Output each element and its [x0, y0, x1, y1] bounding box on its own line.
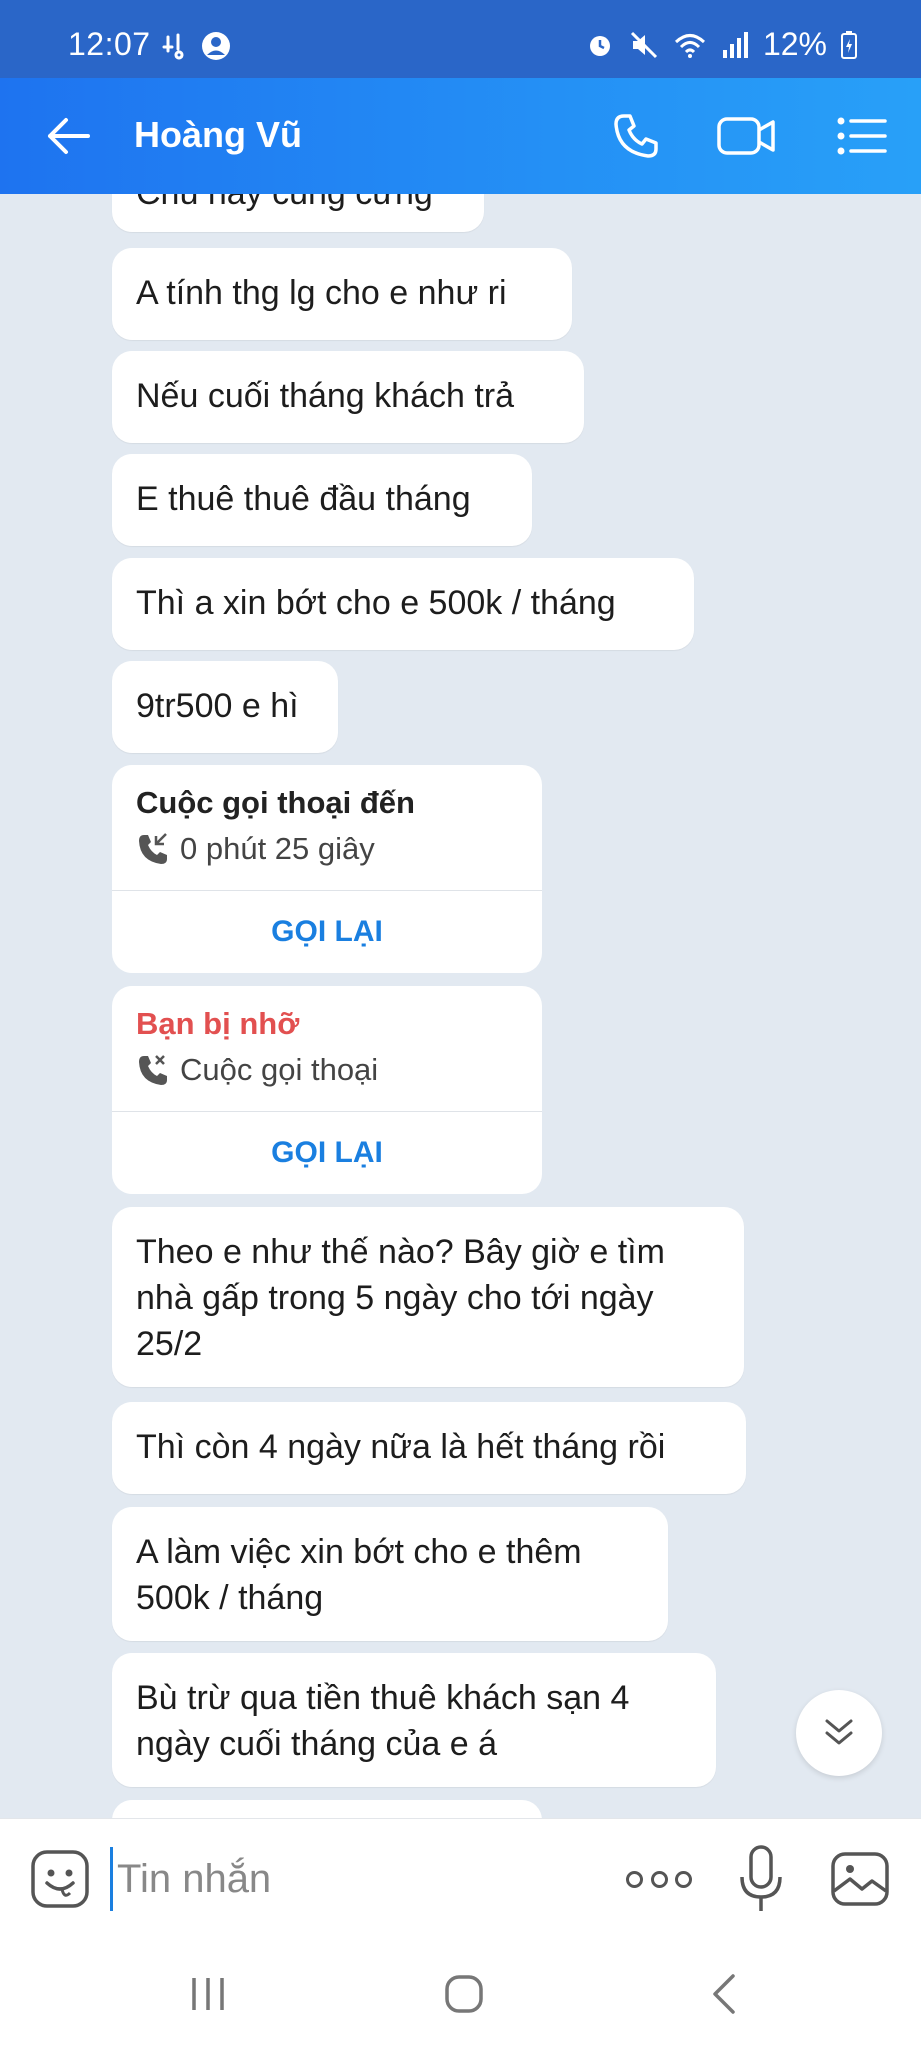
call-back-button[interactable]: GỌI LẠI	[112, 1112, 542, 1194]
status-left-icons	[160, 30, 232, 62]
contact-name[interactable]: Hoàng Vũ	[134, 114, 302, 156]
missed-call-card: Bạn bị nhỡ Cuộc gọi thoại GỌI LẠI	[112, 986, 542, 1194]
recent-apps-button[interactable]	[178, 1966, 238, 2022]
composer-bar	[0, 1818, 921, 1938]
double-chevron-down-icon	[825, 1719, 853, 1745]
message-text: Chú hay cũng cứng	[136, 194, 433, 212]
status-time: 12:07	[68, 26, 151, 62]
message-bubble[interactable]: Nếu cuối tháng khách trả	[112, 351, 584, 443]
message-text: Theo e như thế nào? Bây giờ e tìm nhà gấ…	[136, 1233, 665, 1363]
signal-icon	[722, 31, 748, 58]
account-circle-icon	[202, 32, 230, 60]
call-back-button[interactable]: GỌI LẠI	[112, 891, 542, 973]
video-call-button[interactable]	[716, 106, 776, 166]
message-list[interactable]: Chú hay cũng cứng A tính thg lg cho e nh…	[0, 194, 921, 1818]
message-text: Bù trừ qua tiền thuê khách sạn 4 ngày cu…	[136, 1679, 630, 1763]
notification-icon	[162, 33, 184, 60]
sticker-button[interactable]	[30, 1849, 90, 1909]
system-navigation-bar	[0, 1938, 921, 2048]
message-bubble[interactable]: Bù trừ qua tiền thuê khách sạn 4 ngày cu…	[112, 1653, 716, 1787]
mute-icon	[630, 31, 658, 58]
message-text: Nếu cuối tháng khách trả	[136, 377, 515, 415]
message-text: E thuê thuê đầu tháng	[136, 480, 471, 518]
incoming-call-card: Cuộc gọi thoại đến 0 phút 25 giây GỌI LẠ…	[112, 765, 542, 973]
emoji-icon	[31, 1850, 89, 1908]
status-right-icons: 12%	[585, 26, 857, 63]
phone-icon	[614, 114, 658, 158]
back-button[interactable]	[40, 108, 96, 164]
message-text: Thì a xin bớt cho e 500k / tháng	[136, 584, 616, 622]
call-type: Cuộc gọi thoại	[180, 1052, 379, 1087]
missed-call-icon	[139, 1055, 167, 1085]
more-dot	[650, 1870, 668, 1888]
call-duration: 0 phút 25 giây	[180, 831, 375, 866]
back-nav-button[interactable]	[694, 1966, 754, 2022]
wifi-icon	[674, 33, 705, 58]
message-text: 9tr500 e hì	[136, 687, 299, 725]
message-bubble-partial[interactable]	[112, 1800, 542, 1818]
chat-options-button[interactable]	[832, 106, 892, 166]
battery-icon	[841, 30, 857, 59]
incoming-call-icon	[139, 833, 167, 864]
battery-percent: 12%	[762, 26, 827, 62]
call-card-title: Bạn bị nhỡ	[136, 1006, 300, 1041]
message-text: A tính thg lg cho e như ri	[136, 274, 507, 312]
voice-call-button[interactable]	[606, 106, 666, 166]
more-dot	[675, 1870, 692, 1888]
chevron-left-icon	[713, 1974, 735, 2014]
list-menu-icon	[837, 117, 887, 155]
message-bubble[interactable]: A làm việc xin bớt cho e thêm 500k / thá…	[112, 1507, 668, 1641]
video-camera-icon	[717, 117, 775, 155]
recent-apps-icon	[192, 1978, 224, 2010]
alarm-icon	[589, 35, 610, 56]
image-icon	[831, 1852, 889, 1906]
voice-message-button[interactable]	[736, 1843, 786, 1915]
chat-header: Hoàng Vũ	[0, 78, 921, 194]
message-text: A làm việc xin bớt cho e thêm 500k / thá…	[136, 1533, 582, 1617]
message-bubble[interactable]: A tính thg lg cho e như ri	[112, 248, 572, 340]
message-input[interactable]	[110, 1847, 610, 1911]
microphone-icon	[740, 1845, 782, 1911]
more-options-button[interactable]	[626, 1861, 692, 1897]
message-bubble[interactable]: Thì còn 4 ngày nữa là hết tháng rồi	[112, 1402, 746, 1494]
status-bar: 12:07 12%	[0, 0, 921, 78]
message-bubble[interactable]: 9tr500 e hì	[112, 661, 338, 753]
call-card-title: Cuộc gọi thoại đến	[136, 785, 415, 820]
scroll-to-bottom-button[interactable]	[796, 1690, 882, 1776]
send-image-button[interactable]	[830, 1849, 890, 1909]
back-arrow-icon	[48, 118, 90, 154]
message-text: Thì còn 4 ngày nữa là hết tháng rồi	[136, 1428, 666, 1466]
message-bubble[interactable]: E thuê thuê đầu tháng	[112, 454, 532, 546]
message-bubble[interactable]: Chú hay cũng cứng	[112, 194, 484, 232]
more-dot	[626, 1870, 643, 1888]
home-icon	[445, 1975, 483, 2013]
home-button[interactable]	[434, 1966, 494, 2022]
message-bubble[interactable]: Theo e như thế nào? Bây giờ e tìm nhà gấ…	[112, 1207, 744, 1387]
message-bubble[interactable]: Thì a xin bớt cho e 500k / tháng	[112, 558, 694, 650]
